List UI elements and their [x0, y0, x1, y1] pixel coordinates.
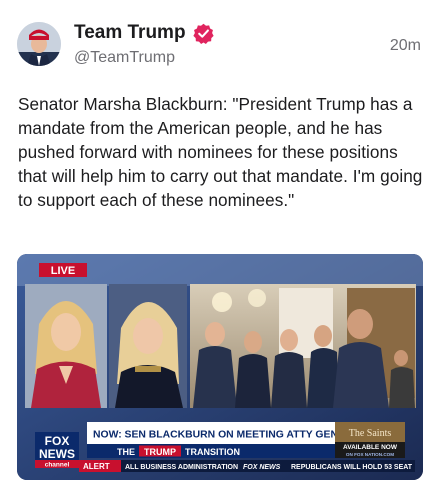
promo-sub2: ON FOX NATION.COM: [346, 452, 394, 457]
ticker-text2: FOX NEWS: [243, 464, 281, 471]
logo-line3: channel: [45, 462, 70, 469]
avatar[interactable]: [17, 22, 61, 66]
ticker-text: ALL BUSINESS ADMINISTRATION: [125, 464, 238, 471]
news-ticker: ALERT ALL BUSINESS ADMINISTRATION FOX NE…: [79, 460, 415, 472]
senator-panel: [109, 284, 187, 408]
post-header: Team Trump @TeamTrump 20m: [0, 0, 440, 80]
logo-line2: NEWS: [39, 447, 75, 461]
live-badge: LIVE: [39, 263, 87, 277]
transition-post: TRANSITION: [185, 447, 240, 457]
verified-badge-icon: [192, 23, 214, 44]
post-text: Senator Marsha Blackburn: "President Tru…: [18, 94, 423, 210]
video-thumbnail[interactable]: LIVE NOW: SEN BLACKBURN ON MEETING ATTY …: [17, 254, 423, 480]
ticker-alert: ALERT: [83, 462, 110, 471]
anchor-panel: [25, 284, 107, 408]
hallway-panel: [190, 284, 416, 408]
logo-line1: FOX: [45, 434, 70, 448]
promo-sub: AVAILABLE NOW: [343, 444, 398, 451]
account-handle[interactable]: @TeamTrump: [74, 49, 175, 67]
live-badge-label: LIVE: [51, 265, 75, 277]
promo-box: The Saints AVAILABLE NOW ON FOX NATION.C…: [335, 422, 405, 458]
post-timestamp[interactable]: 20m: [390, 37, 421, 55]
transition-highlight: TRUMP: [144, 447, 176, 457]
account-name[interactable]: Team Trump: [74, 22, 186, 44]
video-frame: LIVE NOW: SEN BLACKBURN ON MEETING ATTY …: [17, 254, 423, 480]
promo-title: The Saints: [349, 428, 392, 439]
ticker-text3: REPUBLICANS WILL HOLD 53 SEAT: [291, 464, 413, 471]
avatar-image: [17, 22, 61, 66]
fox-news-logo: FOX NEWS channel: [35, 432, 79, 469]
transition-pre: THE: [117, 447, 135, 457]
